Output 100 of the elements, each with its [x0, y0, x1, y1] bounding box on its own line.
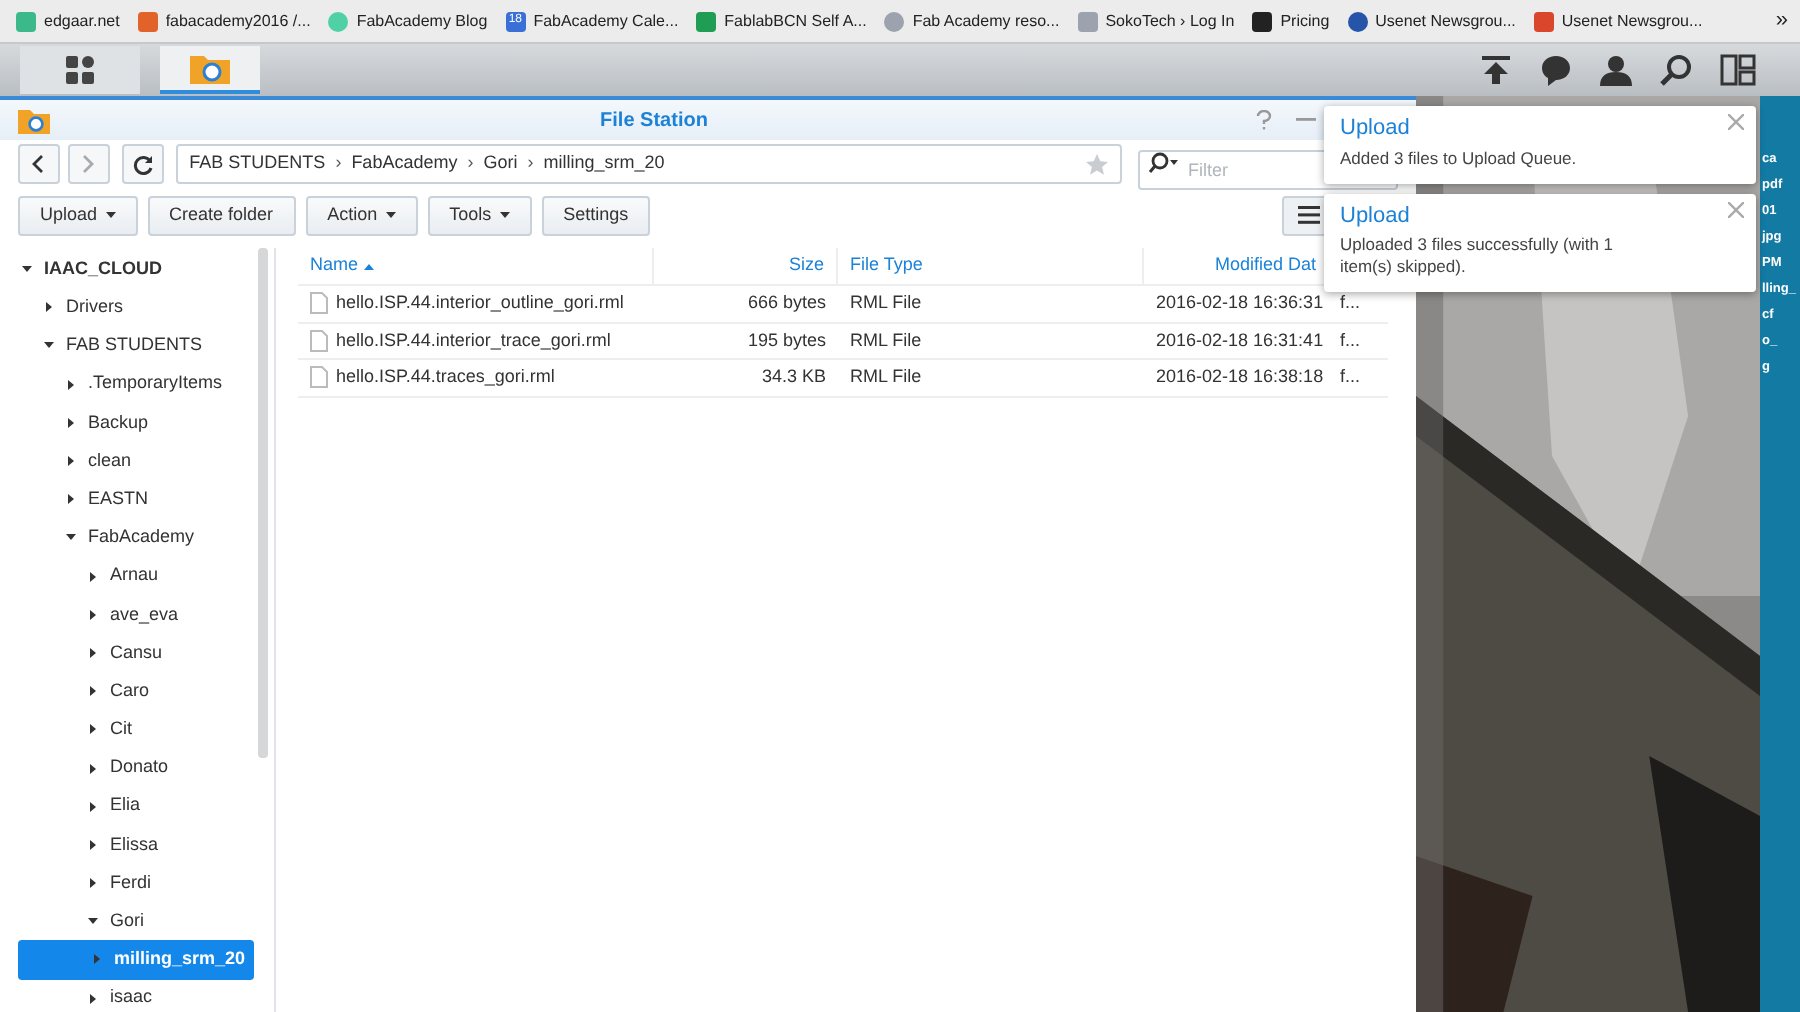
caret-right-icon[interactable]: [88, 878, 98, 889]
table-cell-text: f...: [1338, 327, 1363, 353]
file-icon: [310, 366, 328, 389]
caret-right-icon[interactable]: [88, 686, 98, 697]
path-segment[interactable]: FabAcademy: [351, 150, 458, 178]
column-header[interactable]: Name: [298, 248, 654, 284]
file-name[interactable]: hello.ISP.44.traces_gori.rml: [336, 364, 555, 391]
bookmark-label: FabAcademy Blog: [356, 9, 488, 33]
scrollbar[interactable]: [258, 248, 268, 758]
tree-item[interactable]: Ferdi: [0, 864, 274, 903]
close-icon: [1728, 201, 1744, 217]
column-header[interactable]: File Type: [838, 248, 1144, 284]
caret-down-icon[interactable]: [22, 264, 32, 275]
tree-item[interactable]: milling_srm_20: [18, 940, 254, 980]
bookmark-link[interactable]: fabacademy2016 /...: [137, 9, 311, 33]
tree-item[interactable]: clean: [0, 441, 274, 481]
bookmark-link[interactable]: FablabBCN Self A...: [696, 9, 867, 33]
tree-item[interactable]: Gori: [0, 902, 274, 941]
bookmark-link[interactable]: edgaar.net: [16, 9, 120, 33]
search-icon[interactable]: [1660, 54, 1692, 86]
back-button[interactable]: [18, 144, 60, 184]
tree-item[interactable]: Cit: [0, 710, 274, 749]
caret-right-icon[interactable]: [88, 993, 98, 1004]
tree-item[interactable]: Drivers: [0, 288, 274, 327]
folder-search-icon: [188, 50, 232, 86]
main-menu-button[interactable]: [20, 46, 140, 94]
caret-right-icon[interactable]: [88, 839, 98, 850]
folder-search-icon: [16, 105, 52, 135]
bookmark-link[interactable]: FabAcademy Blog: [328, 9, 488, 33]
tree-item[interactable]: Elissa: [0, 825, 274, 864]
path-separator: ›: [527, 150, 534, 177]
path-bar[interactable]: FAB STUDENTS › FabAcademy › Gori › milling_srm_20: [175, 144, 1122, 184]
path-segment[interactable]: FAB STUDENTS: [189, 150, 326, 178]
file-name[interactable]: hello.ISP.44.interior_trace_gori.rml: [336, 327, 611, 354]
tree-item[interactable]: IAAC_CLOUD: [0, 250, 274, 289]
path-segment[interactable]: milling_srm_20: [543, 150, 665, 178]
notification-title: Upload: [1340, 201, 1410, 231]
toolbar-button[interactable]: Upload: [18, 195, 138, 235]
tree-item[interactable]: Cansu: [0, 633, 274, 673]
path-separator: ›: [335, 150, 342, 177]
more-bookmarks-button[interactable]: »: [1775, 4, 1788, 38]
caret-right-icon[interactable]: [88, 724, 98, 735]
minimize-icon[interactable]: [1296, 118, 1316, 122]
bookmark-link[interactable]: Usenet Newsgrou...: [1533, 9, 1703, 33]
toolbar-button[interactable]: Create folder: [147, 195, 296, 235]
widgets-icon[interactable]: [1720, 54, 1756, 86]
caret-down-icon[interactable]: [88, 916, 98, 927]
file-size: 195 bytes: [745, 327, 828, 354]
caret-right-icon[interactable]: [88, 801, 98, 812]
search-icon: [1148, 152, 1178, 174]
grid-icon: [65, 55, 95, 85]
help-icon[interactable]: [1256, 110, 1272, 130]
caret-right-icon[interactable]: [66, 456, 76, 467]
file-size: 34.3 KB: [759, 364, 828, 390]
tree-item[interactable]: Backup: [0, 403, 274, 442]
bookmark-link[interactable]: Pricing: [1252, 9, 1330, 33]
chevron-right-icon: [82, 154, 95, 174]
window-title: File Station: [600, 107, 708, 135]
file-station-taskbar-button[interactable]: [160, 46, 260, 94]
caret-right-icon[interactable]: [66, 379, 76, 390]
caret-down-icon[interactable]: [44, 340, 54, 351]
caret-right-icon[interactable]: [66, 494, 76, 505]
path-segment[interactable]: Gori: [483, 150, 518, 178]
refresh-button[interactable]: [121, 144, 164, 184]
column-header[interactable]: Modified Dat: [1144, 248, 1328, 284]
tree-item[interactable]: ave_eva: [0, 595, 274, 634]
toolbar-button[interactable]: Action: [305, 195, 418, 235]
toolbar-button[interactable]: Settings: [541, 195, 651, 235]
tree-item[interactable]: .TemporaryItems: [0, 365, 274, 404]
toolbar-button[interactable]: Tools: [427, 195, 532, 235]
bookmark-link[interactable]: SokoTech › Log In: [1077, 9, 1235, 33]
caret-right-icon[interactable]: [88, 609, 98, 620]
caret-right-icon[interactable]: [44, 302, 54, 313]
tree-item[interactable]: FAB STUDENTS: [0, 326, 274, 366]
tree-item[interactable]: EASTN: [0, 480, 274, 519]
caret-right-icon[interactable]: [88, 571, 98, 582]
tree-item[interactable]: Elia: [0, 787, 274, 826]
tree-item[interactable]: Arnau: [0, 557, 274, 596]
caret-right-icon[interactable]: [88, 763, 98, 774]
chat-icon[interactable]: [1540, 54, 1572, 86]
bookmark-label: Usenet Newsgrou...: [1375, 9, 1516, 33]
column-header[interactable]: Size: [654, 248, 838, 284]
file-icon: [310, 329, 328, 352]
caret-right-icon[interactable]: [88, 647, 98, 658]
bookmark-link[interactable]: Fab Academy reso...: [884, 9, 1060, 33]
user-icon[interactable]: [1600, 54, 1632, 86]
tree-item[interactable]: Donato: [0, 748, 274, 788]
bookmark-link[interactable]: Usenet Newsgrou...: [1347, 9, 1516, 33]
tree-item[interactable]: isaac: [0, 979, 274, 1012]
caret-down-icon[interactable]: [66, 532, 76, 543]
file-size: 666 bytes: [745, 290, 828, 316]
upload-icon[interactable]: [1480, 54, 1512, 86]
tree-item[interactable]: Caro: [0, 672, 274, 711]
star-icon[interactable]: [1086, 153, 1108, 175]
caret-right-icon[interactable]: [66, 417, 76, 428]
path-separator: ›: [467, 150, 474, 177]
bookmark-label: edgaar.net: [44, 9, 120, 33]
file-name[interactable]: hello.ISP.44.interior_outline_gori.rml: [336, 290, 624, 317]
tree-item[interactable]: FabAcademy: [0, 518, 274, 557]
refresh-icon: [131, 153, 154, 175]
